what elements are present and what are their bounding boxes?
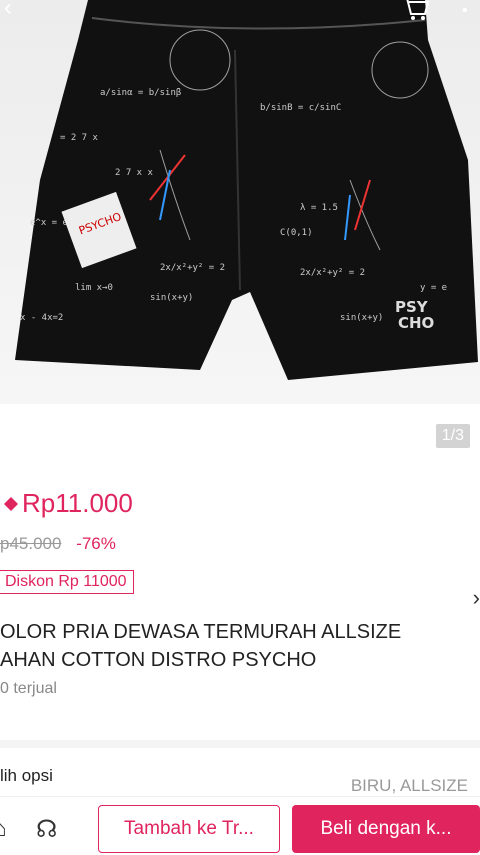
- price: Rp11.000: [22, 488, 133, 518]
- svg-text:= 2 7 x: = 2 7 x: [60, 133, 99, 143]
- svg-text:2x/x²+y² = 2: 2x/x²+y² = 2: [300, 268, 365, 278]
- product-title-line2: AHAN COTTON DISTRO PSYCHO: [0, 649, 317, 671]
- section-divider: [0, 740, 480, 748]
- flash-tag-icon: [4, 496, 18, 511]
- image-counter: 1/3: [435, 424, 470, 448]
- svg-text:sin(x+y): sin(x+y): [150, 293, 193, 303]
- original-price: p45.000: [0, 534, 62, 553]
- svg-text:x - 4x=2: x - 4x=2: [20, 313, 63, 323]
- bottom-action-bar: ⌂ ☊ Tambah ke Tr... Beli dengan k...: [0, 796, 480, 855]
- product-image: a/sinα = b/sinβ b/sinB = c/sinC 2 7 x x …: [15, 0, 478, 380]
- headset-icon[interactable]: ☊: [36, 815, 57, 844]
- svg-text:CHO: CHO: [398, 314, 434, 332]
- discount-badge[interactable]: Diskon Rp 11000: [0, 570, 134, 594]
- product-title-line1: OLOR PRIA DEWASA TERMURAH ALLSIZE: [0, 621, 402, 643]
- svg-text:2 7 x x: 2 7 x x: [115, 168, 154, 178]
- svg-text:C(0,1): C(0,1): [280, 228, 313, 238]
- options-value[interactable]: BIRU, ALLSIZE: [351, 776, 468, 796]
- chevron-right-icon[interactable]: ›: [473, 585, 480, 611]
- add-to-cart-button[interactable]: Tambah ke Tr...: [98, 805, 280, 853]
- svg-text:λ = 1.5: λ = 1.5: [300, 203, 338, 213]
- price-row: Rp11.000: [0, 488, 133, 519]
- sold-count: 0 terjual: [0, 680, 57, 697]
- store-icon[interactable]: ⌂: [0, 815, 7, 843]
- product-title: OLOR PRIA DEWASA TERMURAH ALLSIZE AHAN C…: [0, 618, 460, 674]
- discount-percent: -76%: [76, 534, 116, 553]
- svg-text:y = e: y = e: [420, 283, 447, 293]
- product-image-gallery[interactable]: a/sinα = b/sinβ b/sinB = c/sinC 2 7 x x …: [0, 0, 480, 404]
- svg-text:2x/x²+y² = 2: 2x/x²+y² = 2: [160, 263, 225, 273]
- svg-text:e^x = e: e^x = e: [30, 218, 68, 228]
- chevron-left-icon[interactable]: ‹: [4, 0, 12, 22]
- original-price-row: p45.000 -76%: [0, 534, 116, 554]
- svg-text:a/sinα = b/sinβ: a/sinα = b/sinβ: [100, 88, 181, 98]
- svg-text:lim x→0: lim x→0: [75, 283, 113, 293]
- dots-icon[interactable]: •: [462, 2, 468, 20]
- svg-text:sin(x+y): sin(x+y): [340, 313, 383, 323]
- svg-text:b/sinB = c/sinC: b/sinB = c/sinC: [260, 103, 341, 113]
- buy-now-button[interactable]: Beli dengan k...: [292, 805, 480, 853]
- options-label[interactable]: lih opsi: [0, 766, 53, 786]
